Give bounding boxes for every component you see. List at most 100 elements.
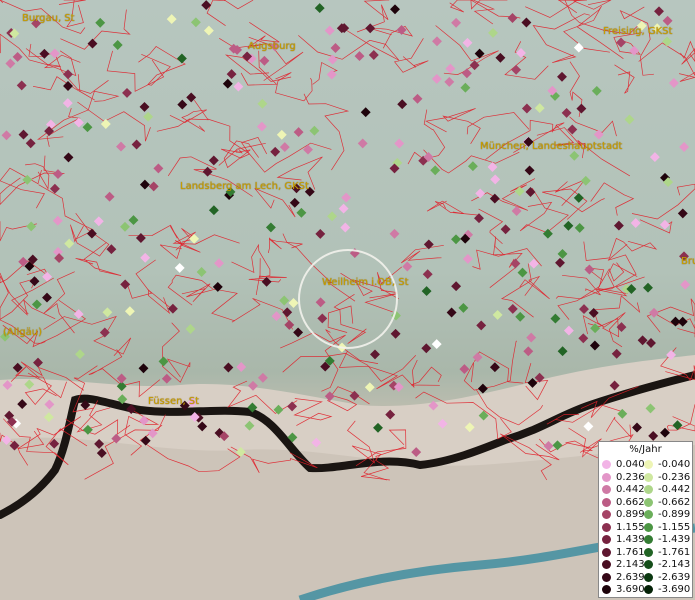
- measurement-point[interactable]: [327, 54, 338, 65]
- measurement-point[interactable]: [646, 338, 656, 348]
- measurement-point[interactable]: [53, 169, 63, 180]
- measurement-point[interactable]: [445, 63, 456, 74]
- measurement-point[interactable]: [613, 220, 624, 231]
- measurement-point[interactable]: [488, 27, 498, 38]
- measurement-point[interactable]: [576, 103, 587, 114]
- measurement-point[interactable]: [680, 279, 691, 290]
- measurement-point[interactable]: [451, 281, 462, 292]
- measurement-point[interactable]: [39, 48, 50, 59]
- measurement-point[interactable]: [637, 335, 648, 346]
- measurement-point[interactable]: [523, 346, 534, 357]
- measurement-point[interactable]: [462, 253, 473, 264]
- measurement-point[interactable]: [25, 138, 36, 149]
- measurement-point[interactable]: [431, 73, 442, 84]
- measurement-point[interactable]: [296, 207, 307, 218]
- measurement-point[interactable]: [293, 327, 304, 338]
- measurement-point[interactable]: [139, 179, 150, 190]
- measurement-point[interactable]: [579, 304, 589, 315]
- measurement-point[interactable]: [189, 233, 200, 244]
- measurement-point[interactable]: [668, 78, 679, 88]
- measurement-point[interactable]: [451, 234, 461, 245]
- measurement-point[interactable]: [397, 99, 408, 110]
- measurement-point[interactable]: [557, 71, 567, 82]
- measurement-point[interactable]: [659, 219, 670, 230]
- measurement-point[interactable]: [402, 261, 413, 272]
- measurement-point[interactable]: [578, 333, 589, 344]
- measurement-point[interactable]: [18, 129, 29, 140]
- measurement-point[interactable]: [360, 107, 371, 118]
- measurement-point[interactable]: [412, 93, 423, 104]
- measurement-point[interactable]: [490, 174, 501, 185]
- measurement-point[interactable]: [52, 215, 63, 226]
- measurement-point[interactable]: [514, 186, 525, 197]
- measurement-point[interactable]: [589, 340, 600, 351]
- measurement-point[interactable]: [444, 76, 455, 87]
- measurement-point[interactable]: [259, 55, 270, 66]
- measurement-point[interactable]: [507, 13, 518, 23]
- measurement-point[interactable]: [365, 23, 376, 34]
- measurement-point[interactable]: [201, 0, 212, 11]
- measurement-point[interactable]: [517, 267, 528, 278]
- measurement-point[interactable]: [185, 324, 196, 334]
- measurement-point[interactable]: [208, 205, 219, 216]
- measurement-point[interactable]: [153, 163, 164, 174]
- measurement-point[interactable]: [203, 25, 214, 36]
- measurement-point[interactable]: [29, 276, 40, 287]
- measurement-point[interactable]: [139, 101, 150, 112]
- measurement-point[interactable]: [477, 383, 488, 394]
- measurement-point[interactable]: [542, 228, 553, 239]
- measurement-point[interactable]: [574, 222, 585, 233]
- measurement-point[interactable]: [73, 117, 84, 128]
- measurement-point[interactable]: [288, 298, 299, 308]
- measurement-point[interactable]: [143, 111, 154, 122]
- measurement-point[interactable]: [451, 17, 462, 28]
- measurement-point[interactable]: [467, 161, 478, 172]
- measurement-point[interactable]: [222, 78, 233, 89]
- measurement-point[interactable]: [495, 52, 506, 63]
- measurement-point[interactable]: [472, 352, 483, 363]
- measurement-point[interactable]: [140, 252, 151, 263]
- measurement-point[interactable]: [64, 238, 75, 249]
- measurement-point[interactable]: [679, 142, 690, 152]
- measurement-point[interactable]: [324, 25, 335, 36]
- measurement-point[interactable]: [148, 181, 159, 192]
- measurement-point[interactable]: [104, 191, 115, 202]
- measurement-point[interactable]: [511, 64, 522, 75]
- measurement-point[interactable]: [256, 121, 267, 132]
- measurement-point[interactable]: [314, 3, 325, 14]
- measurement-point[interactable]: [643, 282, 653, 293]
- measurement-point[interactable]: [524, 165, 535, 176]
- measurement-point[interactable]: [100, 119, 111, 129]
- measurement-point[interactable]: [460, 82, 471, 93]
- measurement-point[interactable]: [177, 99, 188, 110]
- measurement-point[interactable]: [354, 51, 365, 62]
- measurement-point[interactable]: [202, 166, 213, 177]
- measurement-point[interactable]: [293, 127, 304, 138]
- measurement-point[interactable]: [515, 311, 526, 322]
- measurement-point[interactable]: [462, 37, 473, 48]
- measurement-point[interactable]: [214, 258, 224, 269]
- measurement-point[interactable]: [257, 372, 268, 383]
- measurement-point[interactable]: [1, 130, 12, 141]
- measurement-point[interactable]: [662, 36, 673, 47]
- measurement-point[interactable]: [208, 155, 219, 166]
- measurement-point[interactable]: [284, 319, 295, 330]
- measurement-point[interactable]: [474, 48, 485, 59]
- measurement-point[interactable]: [82, 122, 93, 133]
- measurement-point[interactable]: [573, 192, 584, 203]
- measurement-point[interactable]: [489, 362, 500, 373]
- measurement-point[interactable]: [95, 17, 106, 28]
- measurement-point[interactable]: [63, 152, 74, 163]
- measurement-point[interactable]: [257, 98, 268, 109]
- measurement-point[interactable]: [500, 224, 511, 235]
- measurement-point[interactable]: [309, 125, 320, 136]
- measurement-point[interactable]: [459, 364, 470, 375]
- measurement-point[interactable]: [54, 253, 65, 264]
- measurement-point[interactable]: [654, 6, 664, 17]
- measurement-point[interactable]: [573, 42, 584, 53]
- measurement-point[interactable]: [166, 14, 177, 25]
- measurement-point[interactable]: [446, 307, 457, 318]
- measurement-point[interactable]: [122, 87, 132, 98]
- measurement-point[interactable]: [226, 69, 237, 80]
- measurement-point[interactable]: [563, 220, 574, 231]
